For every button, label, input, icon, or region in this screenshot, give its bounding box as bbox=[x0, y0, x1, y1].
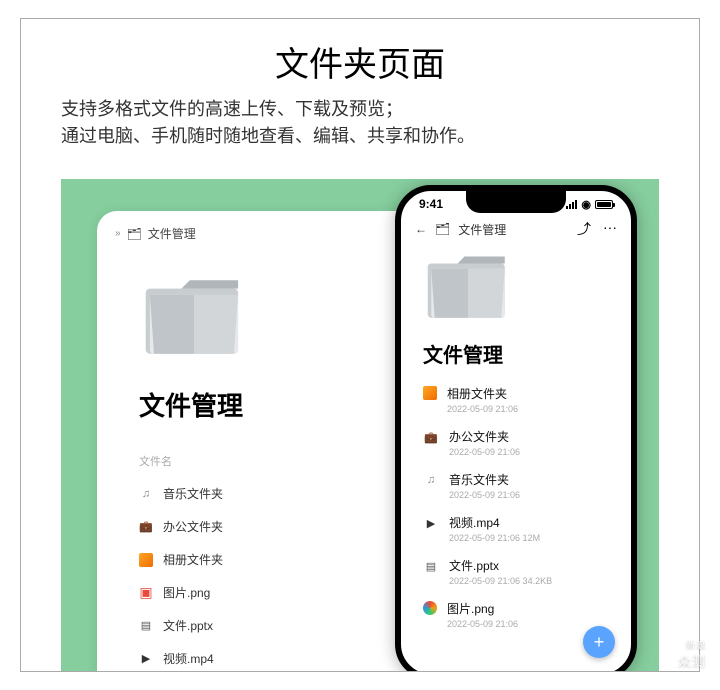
status-time: 9:41 bbox=[419, 197, 443, 211]
music-icon: ♫ bbox=[423, 472, 439, 488]
vid-icon: ▶ bbox=[423, 515, 439, 531]
briefcase-icon: 💼 bbox=[139, 520, 153, 534]
list-item[interactable]: 💼 办公文件夹 2022-05-09 21:06 bbox=[401, 421, 631, 464]
album-icon bbox=[423, 386, 437, 400]
list-header: 文件名 bbox=[139, 453, 437, 469]
list-item[interactable]: 💼 办公文件夹 bbox=[97, 510, 437, 543]
more-button[interactable]: ··· bbox=[603, 219, 617, 239]
wifi-icon: ◉ bbox=[581, 198, 591, 211]
toolbar-title: 文件管理 bbox=[458, 221, 506, 238]
item-label: 相册文件夹 bbox=[447, 385, 518, 402]
watermark: 新浪 众测 bbox=[678, 638, 706, 670]
item-label: 图片.png bbox=[163, 584, 210, 601]
folder-illustration-icon bbox=[139, 276, 249, 360]
battery-icon bbox=[595, 200, 613, 209]
breadcrumb-label: 文件管理 bbox=[148, 225, 196, 242]
breadcrumb: » 🗂 文件管理 bbox=[97, 211, 437, 256]
item-meta: 2022-05-09 21:06 12M bbox=[449, 533, 540, 543]
item-meta: 2022-05-09 21:06 bbox=[447, 404, 518, 414]
item-label: 办公文件夹 bbox=[163, 518, 223, 535]
vid-icon: ▶ bbox=[139, 652, 153, 666]
album-icon bbox=[139, 553, 153, 567]
back-button[interactable]: ← bbox=[415, 222, 427, 236]
list-item[interactable]: 相册文件夹 bbox=[97, 543, 437, 576]
briefcase-icon: 💼 bbox=[423, 429, 439, 445]
item-label: 视频.mp4 bbox=[449, 514, 540, 531]
phone-toolbar: ← 🗂 文件管理 ⤴ ··· bbox=[401, 213, 631, 245]
item-label: 图片.png bbox=[447, 600, 518, 617]
folder-illustration-icon bbox=[423, 253, 513, 323]
item-label: 相册文件夹 bbox=[163, 551, 223, 568]
list-item[interactable]: ♫ 音乐文件夹 bbox=[97, 477, 437, 510]
music-icon: ♫ bbox=[139, 487, 153, 501]
list-item[interactable]: ▤ 文件.pptx bbox=[97, 609, 437, 642]
pic-icon bbox=[423, 601, 437, 615]
showcase-background: » 🗂 文件管理 文件管理 文件名 ♫音乐文件夹💼办公文件夹相册文件夹▣图片.p… bbox=[61, 179, 659, 671]
list-item[interactable]: ▤ 文件.pptx 2022-05-09 21:06 34.2KB bbox=[401, 550, 631, 593]
item-label: 音乐文件夹 bbox=[449, 471, 520, 488]
item-meta: 2022-05-09 21:06 bbox=[447, 619, 518, 629]
heading: 文件管理 bbox=[139, 386, 437, 423]
item-label: 音乐文件夹 bbox=[163, 485, 223, 502]
signal-icon bbox=[566, 200, 577, 209]
add-button[interactable]: + bbox=[583, 626, 615, 658]
item-meta: 2022-05-09 21:06 bbox=[449, 490, 520, 500]
heading: 文件管理 bbox=[423, 339, 631, 368]
item-label: 文件.pptx bbox=[449, 557, 552, 574]
share-button[interactable]: ⤴ bbox=[577, 219, 591, 239]
doc-icon: ▤ bbox=[423, 558, 439, 574]
item-meta: 2022-05-09 21:06 bbox=[449, 447, 520, 457]
page-title: 文件夹页面 bbox=[21, 37, 699, 86]
file-list: 相册文件夹 2022-05-09 21:06 💼 办公文件夹 2022-05-09 21… bbox=[401, 378, 631, 636]
item-label: 办公文件夹 bbox=[449, 428, 520, 445]
list-item[interactable]: 相册文件夹 2022-05-09 21:06 bbox=[401, 378, 631, 421]
doc-icon: ▤ bbox=[139, 619, 153, 633]
page-description: 支持多格式文件的高速上传、下载及预览； 通过电脑、手机随时随地查看、编辑、共享和… bbox=[21, 96, 699, 162]
item-label: 视频.mp4 bbox=[163, 650, 214, 667]
item-meta: 2022-05-09 21:06 34.2KB bbox=[449, 576, 552, 586]
list-item[interactable]: ▣ 图片.png bbox=[97, 576, 437, 609]
list-item[interactable]: ▶ 视频.mp4 bbox=[97, 642, 437, 671]
phone-mockup: 9:41 ◉ ← 🗂 文件管理 ⤴ ··· 文件管理 bbox=[395, 185, 637, 671]
list-item[interactable]: ♫ 音乐文件夹 2022-05-09 21:06 bbox=[401, 464, 631, 507]
file-list: ♫ 音乐文件夹 💼 办公文件夹相册文件夹 ▣ 图片.png ▤ 文件.pptx ▶ 视频.mp4 bbox=[97, 477, 437, 671]
img-icon: ▣ bbox=[139, 586, 153, 600]
folder-glyph-icon: 🗂 bbox=[127, 227, 142, 241]
chevron-icon: » bbox=[115, 228, 121, 239]
list-item[interactable]: ▶ 视频.mp4 2022-05-09 21:06 12M bbox=[401, 507, 631, 550]
tablet-mockup: » 🗂 文件管理 文件管理 文件名 ♫ 音乐文件夹 💼 办公文件夹相册文件夹 ▣ 图片.p… bbox=[97, 211, 437, 671]
folder-glyph-icon: 🗂 bbox=[435, 222, 450, 236]
phone-notch bbox=[466, 191, 566, 213]
item-label: 文件.pptx bbox=[163, 617, 213, 634]
